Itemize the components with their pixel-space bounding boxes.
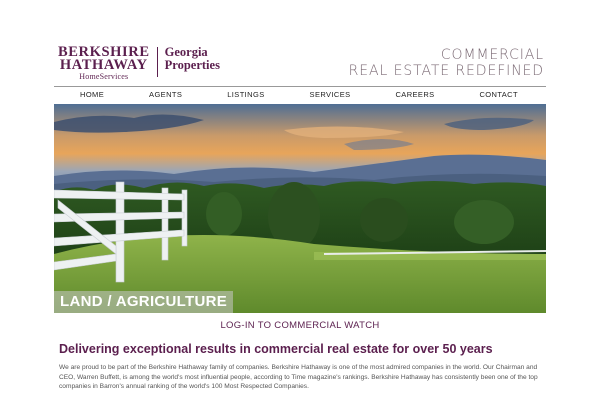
site-header: BERKSHIRE HATHAWAY HomeServices Georgia … (54, 44, 546, 84)
hero-category-label[interactable]: LAND / AGRICULTURE (54, 291, 234, 313)
login-commercial-watch-link[interactable]: LOG-IN TO COMMERCIAL WATCH (0, 320, 600, 331)
logo-region: Georgia Properties (165, 46, 220, 72)
logo-line2: HATHAWAY (59, 57, 148, 73)
nav-item-listings[interactable]: LISTINGS (227, 87, 264, 103)
nav-item-contact[interactable]: CONTACT (479, 87, 518, 103)
site-tagline: COMMERCIAL REAL ESTATE REDEFINED (349, 47, 544, 79)
page-headline: Delivering exceptional results in commer… (59, 342, 493, 356)
logo-line3: HomeServices (79, 72, 129, 81)
intro-paragraph: We are proud to be part of the Berkshire… (59, 364, 538, 391)
nav-item-careers[interactable]: CAREERS (395, 87, 434, 103)
hero-landscape-image (54, 104, 546, 313)
tagline-line1: COMMERCIAL (440, 47, 544, 63)
nav-item-home[interactable]: HOME (80, 87, 104, 103)
brand-logo[interactable]: BERKSHIRE HATHAWAY HomeServices Georgia … (58, 45, 220, 82)
logo-divider (156, 47, 158, 77)
logo-wordmark: BERKSHIRE HATHAWAY HomeServices (58, 45, 150, 82)
tagline-line2: REAL ESTATE REDEFINED (348, 63, 544, 79)
logo-region-line2: Properties (164, 58, 220, 72)
nav-item-services[interactable]: SERVICES (310, 87, 351, 103)
hero-banner[interactable]: LAND / AGRICULTURE (54, 104, 546, 313)
nav-item-agents[interactable]: AGENTS (149, 87, 182, 103)
main-nav: HOME AGENTS LISTINGS SERVICES CAREERS CO… (54, 87, 546, 103)
